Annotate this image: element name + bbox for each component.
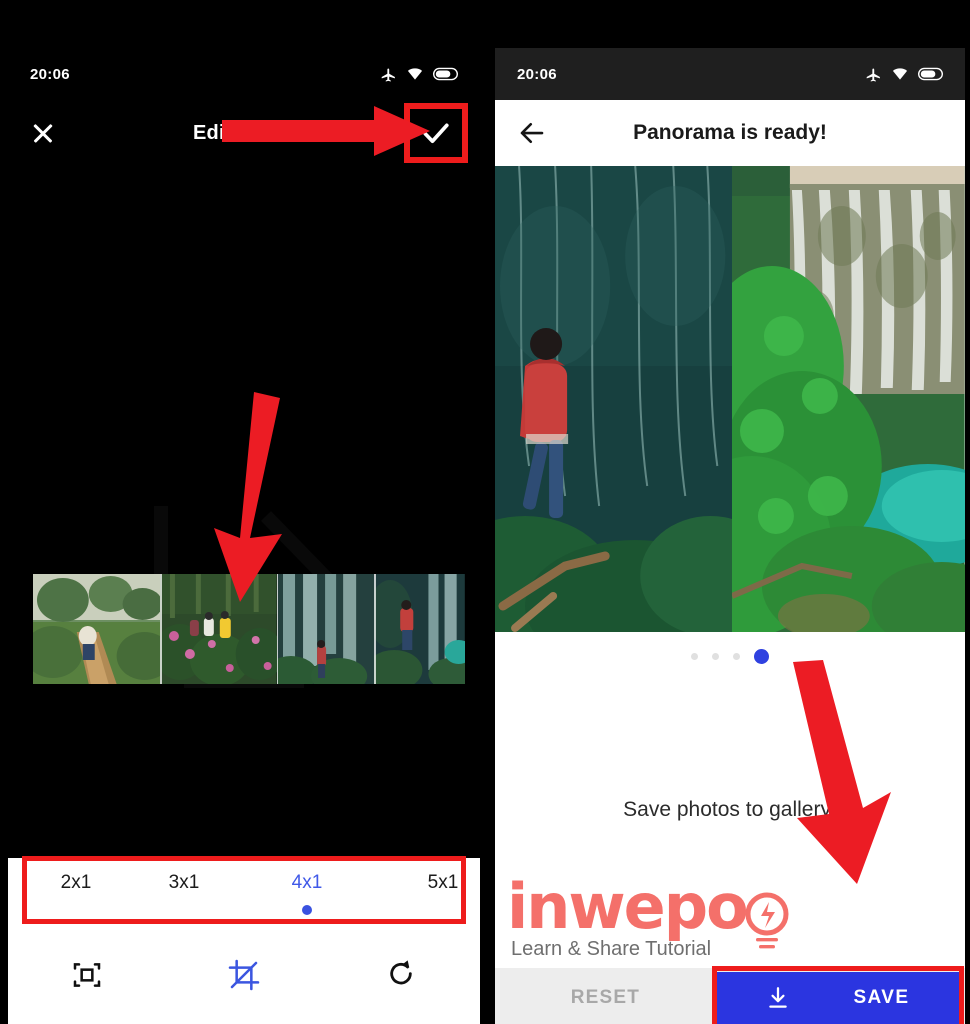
save-highlight: [712, 966, 964, 1024]
page-indicator: [495, 632, 965, 680]
aspect-ratio-highlight: [22, 856, 466, 924]
editor-tool-bar: [8, 922, 480, 1024]
editor-app-bar: Edit Photo: [8, 100, 480, 166]
page-title: Panorama is ready!: [633, 121, 827, 144]
lightbulb-icon: [745, 892, 789, 949]
right-phone-panel: 20:06 Panorama is ready! Save photos to …: [495, 48, 965, 1024]
auto-frame-button[interactable]: [8, 955, 165, 991]
reset-button[interactable]: RESET: [495, 968, 716, 1024]
status-icon-group: [865, 66, 943, 83]
confirm-highlight: [404, 103, 468, 163]
watermark-tagline: Learn & Share Tutorial: [511, 938, 712, 960]
airplane-icon: [866, 67, 880, 82]
airplane-icon: [381, 67, 395, 82]
auto-frame-icon: [73, 963, 100, 987]
status-icon-group: [380, 66, 458, 83]
crop-icon: [228, 959, 260, 991]
panorama-app-bar: Panorama is ready!: [495, 100, 965, 166]
preview-tile: [33, 574, 161, 684]
page-dot[interactable]: [712, 652, 719, 660]
status-time: 20:06: [517, 65, 557, 83]
arrow-to-save: [793, 660, 891, 884]
inwepo-watermark: inwepo Learn & Share Tutorial: [507, 870, 789, 960]
rotate-icon: [390, 960, 413, 985]
editor-canvas[interactable]: [8, 166, 480, 902]
panorama-result-photo[interactable]: [495, 166, 965, 632]
watermark-wordmark: inwepo: [507, 870, 749, 943]
battery-icon: [433, 67, 458, 81]
preview-tile: [160, 574, 278, 684]
page-dot-active[interactable]: [754, 648, 769, 664]
crop-button[interactable]: [165, 955, 322, 991]
wifi-icon: [892, 67, 908, 80]
page-dot[interactable]: [733, 652, 740, 660]
wifi-icon: [407, 67, 423, 80]
screenshot-stage: 20:06 Edit Photo 2x1 3x1 4x1 5x1 20:06 P…: [0, 0, 970, 1024]
page-dot[interactable]: [691, 652, 698, 660]
left-status-bar: 20:06: [8, 48, 480, 100]
preview-tiles: [33, 574, 465, 684]
panorama-body: Save photos to gallery! inwepo Learn & S…: [495, 660, 965, 1024]
right-status-bar: 20:06: [495, 48, 965, 100]
preview-tile: [277, 574, 375, 684]
status-time: 20:06: [30, 65, 70, 83]
save-hint-text: Save photos to gallery!: [623, 798, 837, 821]
panorama-preview-strip[interactable]: [33, 574, 465, 684]
left-phone-panel: 20:06 Edit Photo 2x1 3x1 4x1 5x1: [8, 48, 480, 1024]
photo-half-left: [495, 166, 781, 632]
photo-half-right: [672, 166, 965, 632]
preview-tile: [374, 574, 465, 684]
rotate-button[interactable]: [323, 955, 480, 991]
battery-icon: [918, 67, 943, 81]
